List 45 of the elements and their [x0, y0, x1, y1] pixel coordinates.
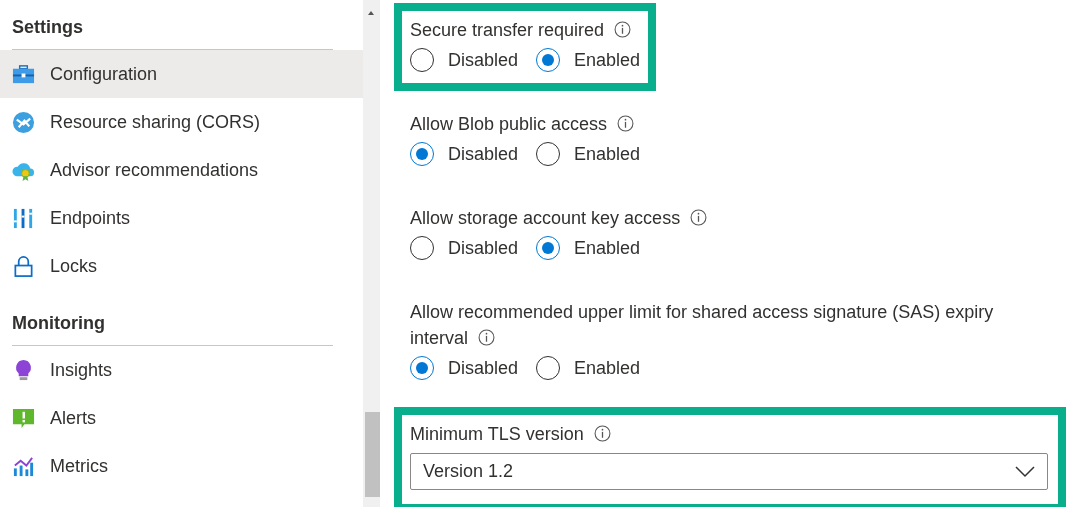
toolbox-icon: [12, 62, 35, 86]
radio-option[interactable]: Disabled: [410, 236, 519, 260]
sidebar-item[interactable]: Alerts: [0, 394, 363, 442]
metrics-icon: [12, 454, 35, 478]
sidebar-item[interactable]: Insights: [0, 346, 363, 394]
setting-label: Secure transfer required: [410, 20, 632, 40]
radio-option[interactable]: Disabled: [410, 356, 519, 380]
setting-label: Minimum TLS version: [410, 424, 611, 444]
alert-icon: [12, 406, 35, 430]
chevron-down-icon: [1015, 465, 1035, 478]
radio-button[interactable]: [410, 48, 434, 72]
radio-option[interactable]: Enabled: [536, 48, 641, 72]
info-icon[interactable]: [690, 209, 708, 226]
info-icon[interactable]: [614, 21, 632, 38]
radio-button[interactable]: [410, 236, 434, 260]
lock-icon: [12, 254, 35, 278]
radio-option[interactable]: Enabled: [536, 236, 641, 260]
sidebar-item[interactable]: Metrics: [0, 442, 363, 490]
tls-version-dropdown[interactable]: Version 1.2: [410, 453, 1048, 490]
sidebar-item[interactable]: Locks: [0, 242, 363, 290]
radio-button[interactable]: [536, 48, 561, 72]
info-icon[interactable]: [617, 115, 635, 132]
radio-button[interactable]: [536, 236, 561, 260]
radio-option[interactable]: Disabled: [410, 48, 519, 72]
section-heading: Settings: [11, 16, 84, 39]
setting-label: Allow recommended upper limit for shared access signature (SAS) expiry interval: [410, 302, 994, 348]
radio-button[interactable]: [410, 142, 434, 166]
radio-option[interactable]: Disabled: [410, 142, 519, 166]
sidebar-item[interactable]: Endpoints: [0, 194, 363, 242]
info-icon[interactable]: [593, 425, 611, 442]
scroll-up-icon[interactable]: [368, 11, 374, 15]
info-icon[interactable]: [478, 329, 496, 346]
setting-label: Allow Blob public access: [410, 114, 635, 134]
radio-button[interactable]: [536, 142, 561, 166]
sidebar-item[interactable]: Advisor recommendations: [0, 146, 363, 194]
sidebar-item[interactable]: Configuration: [0, 50, 363, 98]
radio-button[interactable]: [410, 356, 434, 380]
sidebar-item[interactable]: Resource sharing (CORS): [0, 98, 363, 146]
scrollbar-thumb[interactable]: [365, 412, 380, 497]
section-heading: Monitoring: [11, 312, 106, 335]
setting-label: Allow storage account key access: [410, 208, 708, 228]
scrollbar[interactable]: [363, 0, 380, 507]
radio-button[interactable]: [536, 356, 561, 380]
radio-option[interactable]: Enabled: [536, 356, 641, 380]
radio-option[interactable]: Enabled: [536, 142, 641, 166]
